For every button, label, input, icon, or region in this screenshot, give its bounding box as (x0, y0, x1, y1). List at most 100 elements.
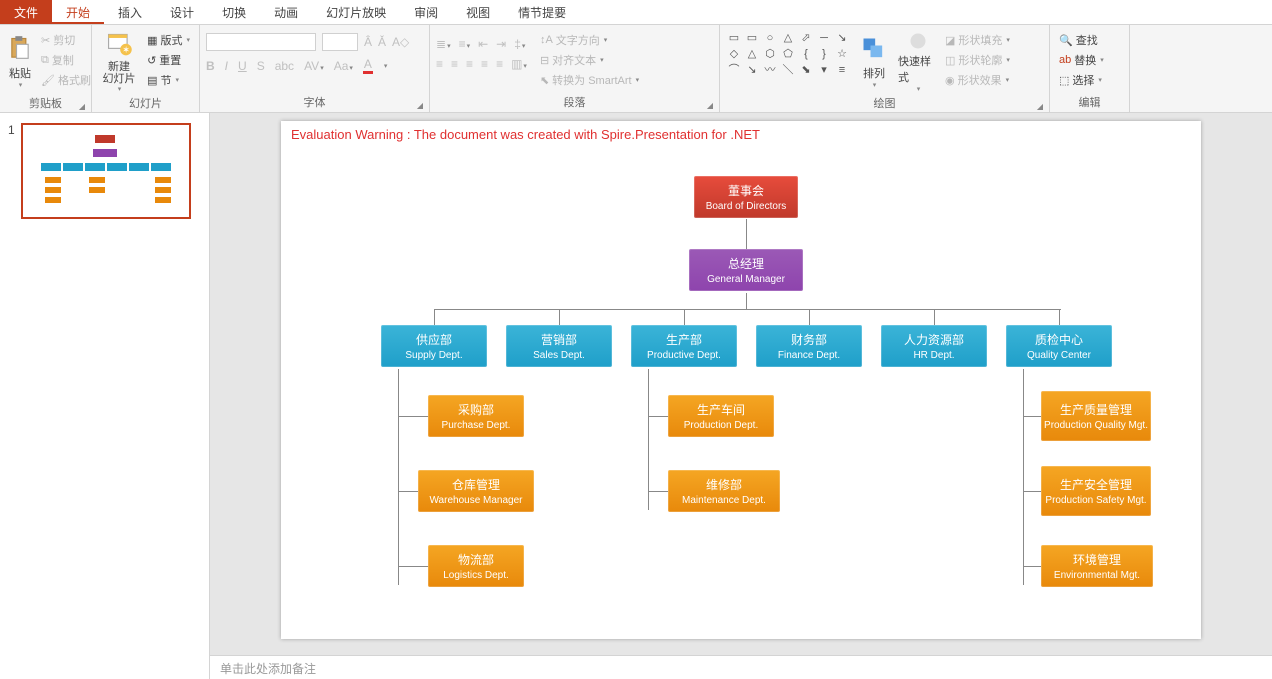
bullets-button[interactable]: ≣▾ (436, 37, 451, 51)
org-node-board[interactable]: 董事会Board of Directors (694, 176, 798, 218)
replace-button[interactable]: ab替换▾ (1056, 51, 1107, 69)
tab-slideshow[interactable]: 幻灯片放映 (312, 0, 400, 24)
ribbon-tabs: 文件 开始 插入 设计 切换 动画 幻灯片放映 审阅 视图 情节提要 (0, 0, 1272, 25)
dialog-launcher-icon[interactable]: ◢ (417, 101, 423, 110)
font-family-combo[interactable] (206, 33, 316, 51)
outline-icon: ◫ (945, 54, 955, 67)
dialog-launcher-icon[interactable]: ◢ (1037, 102, 1043, 111)
slide-thumbnail-1[interactable]: 1 (8, 123, 201, 219)
new-slide-icon: ✶ (105, 31, 133, 59)
shape-outline-button[interactable]: ◫形状轮廓▾ (942, 51, 1013, 69)
org-node-warehouse[interactable]: 仓库管理Warehouse Manager (418, 470, 534, 512)
layout-button[interactable]: ▦版式▾ (144, 31, 193, 49)
align-left-button[interactable]: ≡ (436, 57, 443, 71)
underline-button[interactable]: U (238, 59, 247, 73)
org-node-hr[interactable]: 人力资源部HR Dept. (881, 325, 987, 367)
tab-storyboard[interactable]: 情节提要 (504, 0, 580, 24)
org-node-psm[interactable]: 生产安全管理Production Safety Mgt. (1041, 466, 1151, 516)
font-size-combo[interactable] (322, 33, 358, 51)
effects-icon: ◉ (945, 74, 955, 87)
align-text-button[interactable]: ⊟对齐文本▾ (537, 51, 642, 69)
decrease-font-icon[interactable]: Ǎ (378, 35, 386, 49)
numbering-button[interactable]: ≡▾ (459, 37, 471, 51)
layout-icon: ▦ (147, 34, 157, 47)
fontcolor-button[interactable]: A (363, 57, 373, 74)
arrange-button[interactable]: 排列▾ (854, 31, 894, 93)
tab-view[interactable]: 视图 (452, 0, 504, 24)
fill-icon: ◪ (945, 34, 955, 47)
tab-file[interactable]: 文件 (0, 0, 52, 24)
org-node-quality[interactable]: 质检中心Quality Center (1006, 325, 1112, 367)
reset-icon: ↺ (147, 54, 156, 67)
section-button[interactable]: ▤节▾ (144, 71, 193, 89)
italic-button[interactable]: I (225, 59, 228, 73)
notes-pane[interactable]: 单击此处添加备注 (210, 655, 1272, 679)
tab-transition[interactable]: 切换 (208, 0, 260, 24)
group-font: Â Ǎ A◇ B I U S abc AV▾ Aa▾ A▾ 字体◢ (200, 25, 430, 112)
slide-number: 1 (8, 123, 15, 219)
brush-icon: 🖌 (41, 74, 55, 87)
new-slide-button[interactable]: ✶ 新建 幻灯片▾ (98, 31, 140, 93)
align-text-icon: ⊟ (540, 54, 549, 67)
select-button[interactable]: ⬚选择▾ (1056, 71, 1107, 89)
org-node-env[interactable]: 环境管理Environmental Mgt. (1041, 545, 1153, 587)
increase-font-icon[interactable]: Â (364, 35, 372, 49)
decrease-indent-button[interactable]: ⇤ (478, 37, 488, 51)
shapes-gallery[interactable]: ▭▭○△⬀─↘ ◇△⬡⬠{}☆ ⌒↘〰＼⬊▾≡ (726, 31, 850, 77)
org-node-gm[interactable]: 总经理General Manager (689, 249, 803, 291)
dialog-launcher-icon[interactable]: ◢ (707, 101, 713, 110)
tab-insert[interactable]: 插入 (104, 0, 156, 24)
org-node-production[interactable]: 生产车间Production Dept. (668, 395, 774, 437)
text-direction-icon: ↕A (540, 34, 553, 46)
paste-button[interactable]: 粘贴▾ (6, 31, 34, 93)
svg-text:✶: ✶ (122, 45, 130, 55)
tab-design[interactable]: 设计 (156, 0, 208, 24)
shadow-button[interactable]: abc (275, 59, 294, 73)
smartart-icon: ⬉ (540, 74, 549, 87)
find-button[interactable]: 🔍查找 (1056, 31, 1107, 49)
cut-button[interactable]: ✂剪切 (38, 31, 94, 49)
shape-effects-button[interactable]: ◉形状效果▾ (942, 71, 1013, 89)
scissors-icon: ✂ (41, 34, 50, 47)
copy-button[interactable]: ⧉复制 (38, 51, 94, 69)
format-painter-button[interactable]: 🖌格式刷 (38, 71, 94, 89)
tab-home[interactable]: 开始 (52, 0, 104, 24)
text-direction-button[interactable]: ↕A文字方向▾ (537, 31, 642, 49)
org-node-logistics[interactable]: 物流部Logistics Dept. (428, 545, 524, 587)
slide-edit-area: Evaluation Warning : The document was cr… (210, 113, 1272, 679)
quick-styles-button[interactable]: 快速样式▾ (898, 31, 938, 93)
copy-icon: ⧉ (41, 54, 49, 67)
org-node-pqm[interactable]: 生产质量管理Production Quality Mgt. (1041, 391, 1151, 441)
charspacing-button[interactable]: AV▾ (304, 59, 324, 73)
shape-fill-button[interactable]: ◪形状填充▾ (942, 31, 1013, 49)
columns-button[interactable]: ▥▾ (511, 57, 527, 71)
org-node-supply[interactable]: 供应部Supply Dept. (381, 325, 487, 367)
slide-canvas[interactable]: Evaluation Warning : The document was cr… (281, 121, 1201, 639)
replace-icon: ab (1059, 54, 1071, 66)
arrange-icon (860, 35, 888, 63)
distribute-button[interactable]: ≡ (496, 57, 503, 71)
org-node-purchase[interactable]: 采购部Purchase Dept. (428, 395, 524, 437)
convert-smartart-button[interactable]: ⬉转换为 SmartArt▾ (537, 71, 642, 89)
clear-format-icon[interactable]: A◇ (392, 35, 409, 49)
changecase-button[interactable]: Aa▾ (334, 59, 353, 73)
increase-indent-button[interactable]: ⇥ (496, 37, 506, 51)
dialog-launcher-icon[interactable]: ◢ (79, 102, 85, 111)
tab-review[interactable]: 审阅 (400, 0, 452, 24)
reset-button[interactable]: ↺重置 (144, 51, 193, 69)
org-node-sales[interactable]: 营销部Sales Dept. (506, 325, 612, 367)
org-node-productive[interactable]: 生产部Productive Dept. (631, 325, 737, 367)
group-editing: 🔍查找 ab替换▾ ⬚选择▾ 编辑 (1050, 25, 1130, 112)
tab-animation[interactable]: 动画 (260, 0, 312, 24)
org-node-finance[interactable]: 财务部Finance Dept. (756, 325, 862, 367)
linespacing-button[interactable]: ‡▾ (514, 37, 525, 51)
group-clipboard: 粘贴▾ ✂剪切 ⧉复制 🖌格式刷 剪贴板◢ (0, 25, 92, 112)
align-center-button[interactable]: ≡ (451, 57, 458, 71)
align-right-button[interactable]: ≡ (466, 57, 473, 71)
bold-button[interactable]: B (206, 59, 215, 73)
slide-thumbnails-panel: 1 (0, 113, 210, 679)
paste-icon (6, 35, 34, 63)
strikethrough-button[interactable]: S (257, 59, 265, 73)
justify-button[interactable]: ≡ (481, 57, 488, 71)
org-node-maintenance[interactable]: 维修部Maintenance Dept. (668, 470, 780, 512)
